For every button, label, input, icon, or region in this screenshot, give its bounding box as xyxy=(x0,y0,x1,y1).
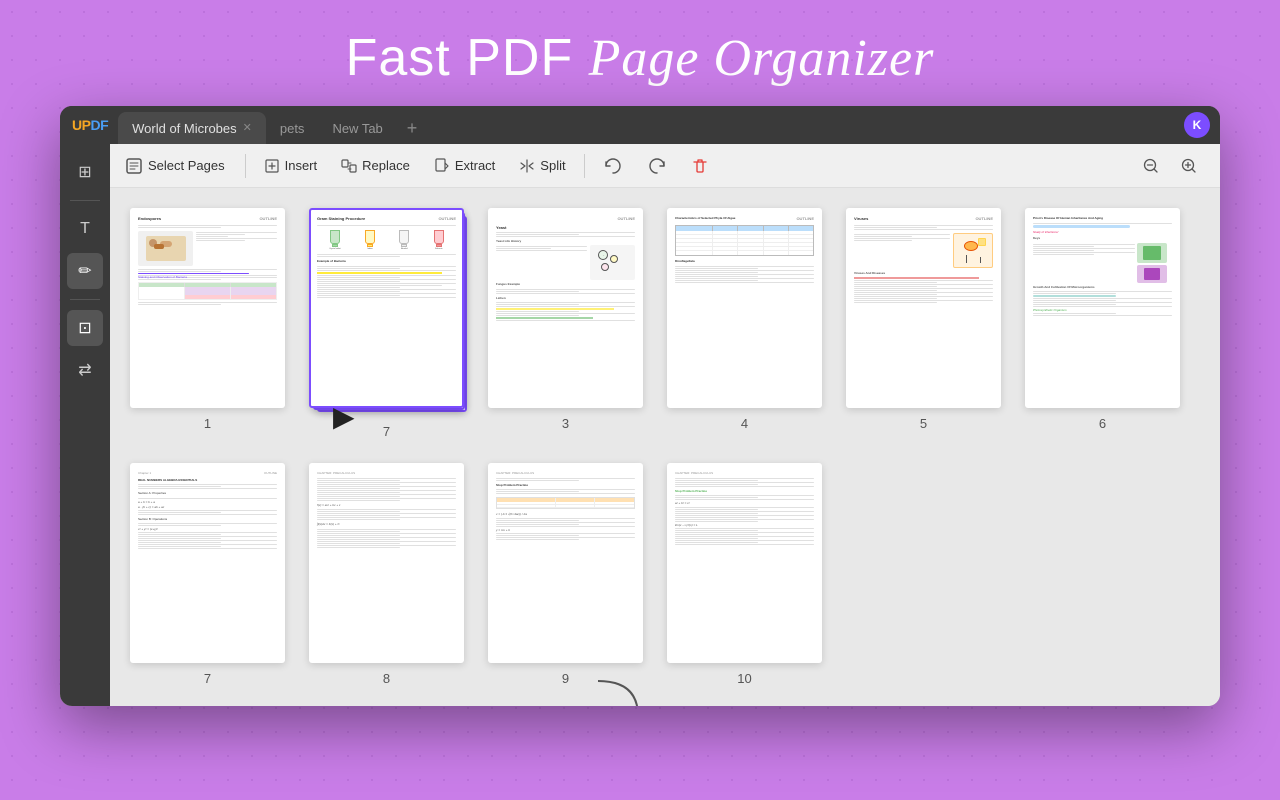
sidebar-divider-2 xyxy=(70,299,100,300)
delete-icon xyxy=(691,157,709,175)
zoom-out-button[interactable] xyxy=(1136,151,1166,181)
tabs-area: World of Microbes ✕ pets New Tab + xyxy=(118,106,1184,144)
page-num-5: 5 xyxy=(920,416,927,431)
split-button[interactable]: Split xyxy=(509,153,575,179)
insert-button[interactable]: Insert xyxy=(254,153,328,179)
page-inner-1[interactable]: Endospores OUTLINE xyxy=(130,208,285,408)
insert-icon xyxy=(264,158,280,174)
new-tab-icon: + xyxy=(407,118,418,139)
tab-world-of-microbes-label: World of Microbes xyxy=(132,121,237,136)
page-num-7: 7 xyxy=(204,671,211,686)
header-title-script: Page Organizer xyxy=(589,30,935,87)
page-thumb-8[interactable]: CHAPTER: PRECALCULUS xyxy=(309,463,464,686)
zoom-in-button[interactable] xyxy=(1174,151,1204,181)
page-thumb-3[interactable]: OUTLINE Yeast Yeast Life History xyxy=(488,208,643,439)
sidebar: ⊞ T ✏ ⊡ ⇄ xyxy=(60,144,110,706)
page-inner-3[interactable]: OUTLINE Yeast Yeast Life History xyxy=(488,208,643,408)
rotate-right-icon xyxy=(647,156,667,176)
extract-button[interactable]: Extract xyxy=(424,153,505,179)
select-pages-area: Select Pages xyxy=(126,158,225,174)
page-inner-9[interactable]: CHAPTER: PRECALCULUS Stop Problem Practi… xyxy=(488,463,643,663)
content-area: ⊞ T ✏ ⊡ ⇄ Select Pages xyxy=(60,144,1220,706)
rotate-left-icon xyxy=(603,156,623,176)
page-thumb-9[interactable]: CHAPTER: PRECALCULUS Stop Problem Practi… xyxy=(488,463,643,686)
tab-world-of-microbes[interactable]: World of Microbes ✕ xyxy=(118,112,266,144)
extract-icon xyxy=(434,158,450,174)
sidebar-icon-text[interactable]: T xyxy=(67,211,103,247)
select-pages-label: Select Pages xyxy=(148,158,225,173)
page-num-4: 4 xyxy=(741,416,748,431)
page-inner-8[interactable]: CHAPTER: PRECALCULUS xyxy=(309,463,464,663)
replace-label: Replace xyxy=(362,158,410,173)
sidebar-icon-annotation[interactable]: ✏ xyxy=(67,253,103,289)
rotate-left-button[interactable] xyxy=(593,151,633,181)
tab-pets[interactable]: pets xyxy=(266,112,319,144)
zoom-out-icon xyxy=(1142,157,1160,175)
replace-icon xyxy=(341,158,357,174)
page-inner-7[interactable]: Chapter 1 OUTLINE REAL NUMBERS ALGEBRA E… xyxy=(130,463,285,663)
extract-label: Extract xyxy=(455,158,495,173)
page-thumb-1[interactable]: Endospores OUTLINE xyxy=(130,208,285,439)
zoom-in-icon xyxy=(1180,157,1198,175)
new-tab-button[interactable]: + xyxy=(397,112,428,144)
page-inner-5[interactable]: Viruses OUTLINE xyxy=(846,208,1001,408)
pages-container[interactable]: Endospores OUTLINE xyxy=(110,188,1220,706)
page-num-6: 6 xyxy=(1099,416,1106,431)
tab-new-tab-label: New Tab xyxy=(332,121,382,136)
header-title-fast: Fast PDF xyxy=(346,29,589,87)
title-bar: UPDF World of Microbes ✕ pets New Tab + … xyxy=(60,106,1220,144)
app-window: UPDF World of Microbes ✕ pets New Tab + … xyxy=(60,106,1220,706)
user-avatar[interactable]: K xyxy=(1184,112,1210,138)
page-thumb-10[interactable]: CHAPTER: PRECALCULUS Stop Problem Practi… xyxy=(667,463,822,686)
page-num-2: 7 xyxy=(383,424,390,439)
rotate-right-button[interactable] xyxy=(637,151,677,181)
toolbar-divider-2 xyxy=(584,154,585,178)
page-thumb-4[interactable]: Characteristics of Selected Phyla Of Alg… xyxy=(667,208,822,439)
page-inner-6[interactable]: Prion's Disease Of Human Inheritance And… xyxy=(1025,208,1180,408)
page-inner-4[interactable]: Characteristics of Selected Phyla Of Alg… xyxy=(667,208,822,408)
toolbar-right xyxy=(1136,151,1204,181)
sidebar-icon-convert[interactable]: ⇄ xyxy=(67,352,103,388)
tab-new-tab[interactable]: New Tab xyxy=(318,112,396,144)
split-icon xyxy=(519,158,535,174)
page-header: Fast PDF Page Organizer xyxy=(0,0,1280,106)
page-thumb-6[interactable]: Prion's Disease Of Human Inheritance And… xyxy=(1025,208,1180,439)
select-pages-icon xyxy=(126,158,142,174)
replace-button[interactable]: Replace xyxy=(331,153,420,179)
sidebar-icon-organize[interactable]: ⊡ xyxy=(67,310,103,346)
title-bar-right: K xyxy=(1184,112,1220,138)
page-inner-10[interactable]: CHAPTER: PRECALCULUS Stop Problem Practi… xyxy=(667,463,822,663)
split-label: Split xyxy=(540,158,565,173)
page-num-8: 8 xyxy=(383,671,390,686)
insert-label: Insert xyxy=(285,158,318,173)
toolbar: Select Pages Insert Replac xyxy=(110,144,1220,188)
delete-button[interactable] xyxy=(681,152,719,180)
page-num-3: 3 xyxy=(562,416,569,431)
sidebar-icon-pages[interactable]: ⊞ xyxy=(67,154,103,190)
rotate-buttons xyxy=(593,151,677,181)
page-thumb-7[interactable]: Chapter 1 OUTLINE REAL NUMBERS ALGEBRA E… xyxy=(130,463,285,686)
tab-pets-label: pets xyxy=(280,121,305,136)
page-num-9: 9 xyxy=(562,671,569,686)
updf-logo: UPDF xyxy=(72,117,108,133)
tab-close-world-of-microbes[interactable]: ✕ xyxy=(243,123,252,134)
redirect-arrow xyxy=(588,676,648,706)
page-thumb-5[interactable]: Viruses OUTLINE xyxy=(846,208,1001,439)
sidebar-divider-1 xyxy=(70,200,100,201)
page-thumb-2[interactable]: Gram Staining Procedure OUTLINE xyxy=(309,208,464,439)
page-num-10: 10 xyxy=(737,671,751,686)
page-num-1: 1 xyxy=(204,416,211,431)
toolbar-divider-1 xyxy=(245,154,246,178)
